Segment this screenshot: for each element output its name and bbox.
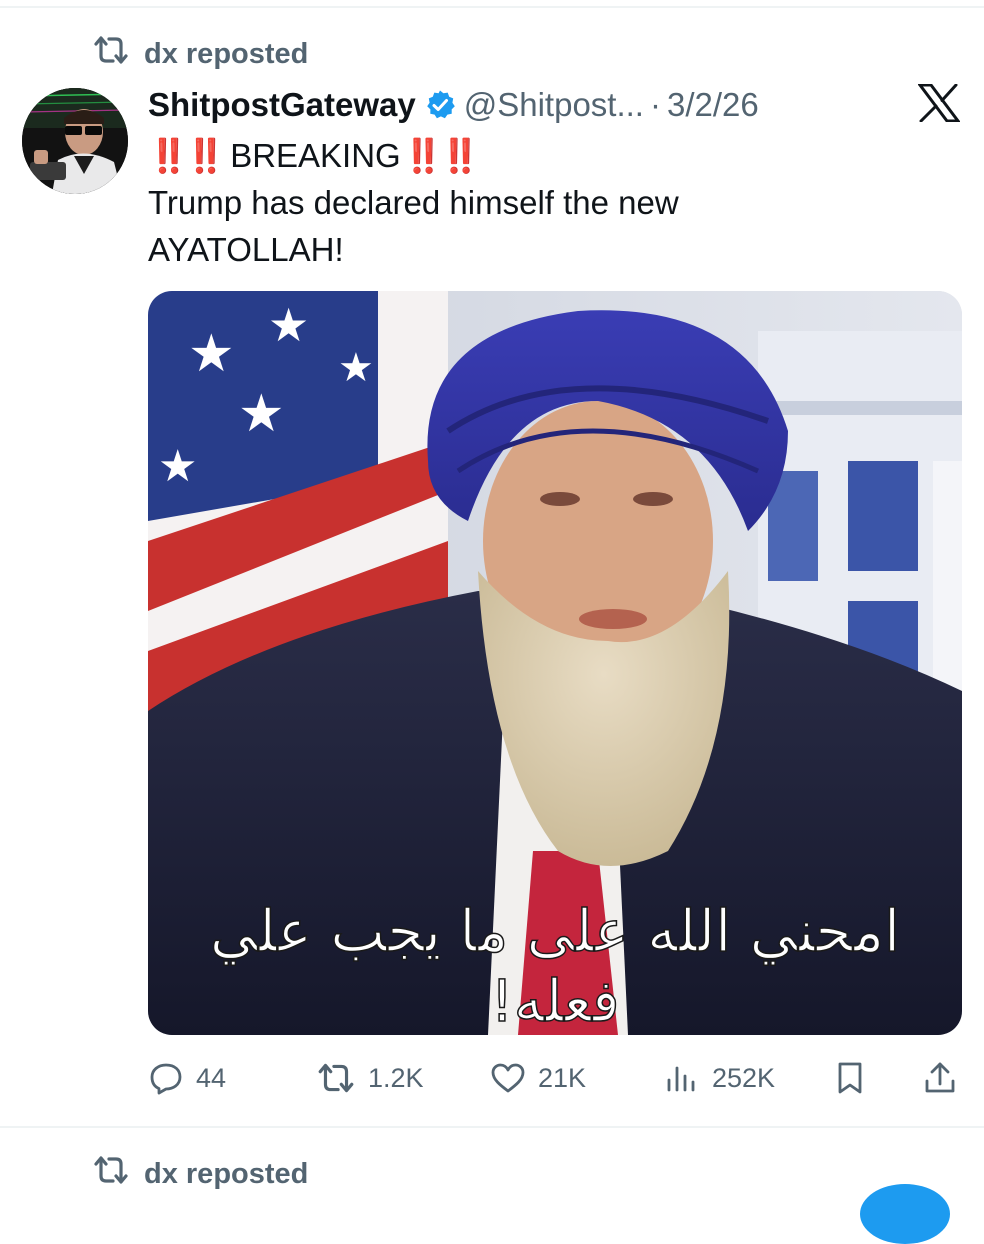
double-exclamation-icon: ‼️‼️ (148, 137, 226, 174)
reply-count: 44 (196, 1062, 227, 1093)
top-divider (0, 6, 984, 8)
repost-header[interactable]: dx reposted (92, 1154, 308, 1194)
repost-header-text: dx reposted (144, 37, 309, 70)
repost-icon (318, 1063, 354, 1093)
tweet-text-line: AYATOLLAH! (148, 231, 344, 268)
tweet-header: ShitpostGateway @Shitpost... · 3/2/26 (148, 82, 884, 128)
compose-button[interactable] (860, 1184, 950, 1244)
repost-icon (92, 1154, 130, 1194)
tweet-action-bar: 44 1.2K 21K 252K (148, 1054, 960, 1102)
verified-badge-icon (426, 90, 455, 119)
reply-button[interactable]: 44 (148, 1054, 226, 1102)
svg-text:★: ★ (268, 299, 309, 351)
handle[interactable]: @Shitpost... (464, 86, 644, 124)
svg-text:★: ★ (158, 442, 197, 491)
reply-icon (150, 1063, 182, 1095)
tweet-text-line: Trump has declared himself the new (148, 184, 679, 221)
breaking-word: BREAKING (230, 137, 401, 174)
like-icon (491, 1063, 525, 1093)
like-button[interactable]: 21K (490, 1054, 586, 1102)
svg-text:★: ★ (188, 325, 235, 383)
bookmark-icon (838, 1062, 862, 1094)
views-icon (667, 1066, 695, 1092)
repost-header-text: dx reposted (144, 1157, 309, 1190)
views-button[interactable]: 252K (664, 1054, 775, 1102)
tweet-text: ‼️‼️ BREAKING‼️‼️ Trump has declared hims… (148, 132, 928, 273)
tweet-media-image[interactable]: ★ ★ ★ ★ ★ امحني الله على ما يجب علي فعله… (148, 291, 962, 1035)
repost-icon (92, 34, 130, 74)
x-logo-icon[interactable] (918, 84, 960, 122)
svg-text:★: ★ (238, 385, 285, 443)
share-icon (925, 1062, 955, 1093)
repost-button[interactable]: 1.2K (316, 1054, 424, 1102)
repost-count: 1.2K (368, 1062, 424, 1093)
double-exclamation-icon: ‼️‼️ (402, 137, 481, 174)
avatar[interactable] (22, 88, 128, 194)
tweet-divider (0, 1126, 984, 1128)
views-count: 252K (712, 1062, 776, 1093)
svg-text:★: ★ (338, 346, 374, 390)
tweet-date[interactable]: 3/2/26 (667, 86, 759, 124)
display-name[interactable]: ShitpostGateway (148, 86, 416, 124)
media-caption-line: فعله! (490, 967, 619, 1035)
repost-header[interactable]: dx reposted (92, 34, 308, 74)
share-button[interactable] (922, 1058, 958, 1098)
separator-dot: · (649, 86, 661, 123)
bookmark-button[interactable] (832, 1058, 868, 1098)
like-count: 21K (538, 1062, 587, 1093)
breaking-line: ‼️‼️ BREAKING‼️‼️ (148, 132, 928, 179)
media-caption-line: امحني الله على ما يجب علي (210, 897, 900, 966)
